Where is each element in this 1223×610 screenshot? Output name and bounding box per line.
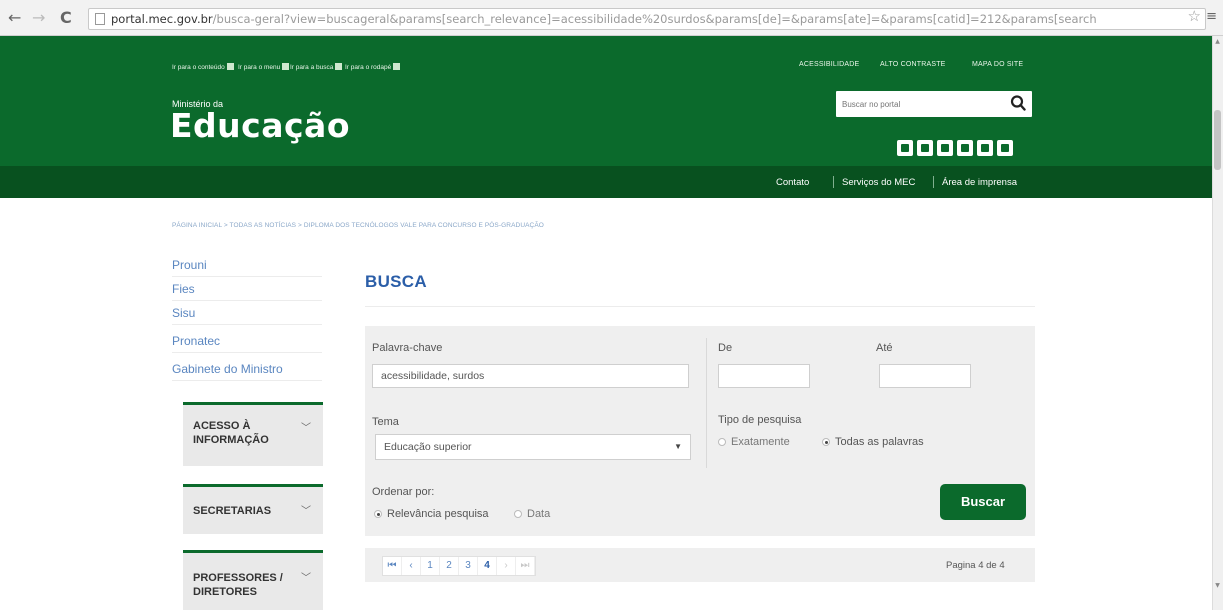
date-to-input[interactable] — [879, 364, 971, 388]
url-path: /busca-geral?view=buscageral&params[sear… — [212, 12, 1097, 26]
page-icon — [95, 13, 105, 25]
title-divider — [365, 306, 1035, 307]
subnav-contato[interactable]: Contato — [776, 177, 809, 188]
tipo-label: Tipo de pesquisa — [718, 414, 802, 426]
sidebar-item-fies[interactable]: Fies — [172, 282, 322, 301]
youtube-icon[interactable] — [917, 140, 933, 156]
panel-title-line2: INFORMAÇÃO — [193, 434, 269, 446]
high-contrast-link[interactable]: ALTO CONTRASTE — [880, 61, 946, 68]
subnav-divider — [933, 176, 934, 188]
skip-link-content[interactable]: Ir para o conteúdo — [172, 63, 234, 71]
scrollbar-thumb[interactable] — [1214, 110, 1221, 170]
panel-title-line1: PROFESSORES / — [193, 572, 283, 584]
radio-data[interactable]: Data — [514, 508, 550, 520]
radio-exatamente[interactable]: Exatamente — [718, 436, 790, 448]
portal-search — [836, 91, 1032, 117]
next-page-icon: › — [497, 557, 516, 575]
sidebar-item-prouni[interactable]: Prouni — [172, 258, 322, 277]
browser-toolbar: ← → C portal.mec.gov.br/busca-geral?view… — [0, 0, 1223, 36]
instagram-icon[interactable] — [957, 140, 973, 156]
chevron-down-icon: ﹀ — [301, 573, 311, 584]
chevron-down-icon: ﹀ — [301, 423, 311, 434]
twitter-icon[interactable] — [897, 140, 913, 156]
panel-title: SECRETARIAS — [193, 505, 272, 517]
ordenar-label: Ordenar por: — [372, 486, 435, 498]
panel-title-line2: DIRETORES — [193, 586, 257, 598]
prev-page-icon[interactable]: ‹ — [402, 557, 421, 575]
accessibility-link[interactable]: ACESSIBILIDADE — [799, 61, 859, 68]
search-icon[interactable] — [1010, 94, 1026, 112]
page-link-2[interactable]: 2 — [440, 557, 459, 575]
form-divider — [706, 338, 707, 468]
ate-label: Até — [876, 342, 893, 354]
sidebar-item-gabinete[interactable]: Gabinete do Ministro — [172, 362, 322, 381]
radio-checked-icon — [374, 510, 382, 518]
scroll-down-icon[interactable]: ▼ — [1214, 582, 1221, 589]
first-page-icon[interactable]: ⏮ — [383, 557, 402, 575]
sidebar-panel-professores[interactable]: PROFESSORES / DIRETORES ﹀ — [183, 550, 323, 610]
keyword-label: Palavra-chave — [372, 342, 443, 354]
back-icon[interactable]: ← — [8, 10, 21, 26]
bookmark-star-icon[interactable]: ☆ — [1188, 7, 1201, 25]
sidebar-panel-acesso[interactable]: ACESSO À INFORMAÇÃO ﹀ — [183, 402, 323, 466]
facebook-icon[interactable] — [937, 140, 953, 156]
skip-link-footer[interactable]: Ir para o rodapé — [345, 63, 401, 71]
panel-title-line1: ACESSO À — [193, 420, 251, 432]
ministry-logo-text[interactable]: Educação — [170, 106, 350, 145]
tema-label: Tema — [372, 416, 399, 428]
page-link-1[interactable]: 1 — [421, 557, 440, 575]
sidebar-item-sisu[interactable]: Sisu — [172, 306, 322, 325]
tema-selected-value: Educação superior — [384, 441, 472, 453]
address-bar[interactable]: portal.mec.gov.br/busca-geral?view=busca… — [88, 8, 1206, 30]
cloud-icon[interactable] — [997, 140, 1013, 156]
page-title: BUSCA — [365, 272, 427, 291]
page-link-4[interactable]: 4 — [478, 557, 497, 575]
sidebar-panel-secretarias[interactable]: SECRETARIAS ﹀ — [183, 484, 323, 534]
social-links — [897, 140, 1013, 156]
sitemap-link[interactable]: MAPA DO SITE — [972, 61, 1023, 68]
last-page-icon: ⏭ — [516, 557, 535, 575]
search-form — [365, 326, 1035, 536]
keyword-input[interactable]: acessibilidade, surdos — [372, 364, 689, 388]
skip-link-menu[interactable]: Ir para o menu — [238, 63, 290, 71]
chevron-down-icon: ﹀ — [301, 506, 311, 517]
de-label: De — [718, 342, 733, 354]
page-link-3[interactable]: 3 — [459, 557, 478, 575]
sidebar-item-pronatec[interactable]: Pronatec — [172, 334, 322, 353]
radio-unchecked-icon — [514, 510, 522, 518]
url-host: portal.mec.gov.br — [111, 12, 213, 26]
date-from-input[interactable] — [718, 364, 810, 388]
radio-checked-icon — [822, 438, 830, 446]
radio-relevancia[interactable]: Relevância pesquisa — [374, 508, 489, 520]
scroll-up-icon[interactable]: ▲ — [1214, 38, 1221, 45]
flickr-icon[interactable] — [977, 140, 993, 156]
pagination: ⏮ ‹ 1 2 3 4 › ⏭ — [382, 556, 536, 576]
subnav-servicos[interactable]: Serviços do MEC — [842, 177, 915, 188]
tema-select[interactable]: Educação superior ▼ — [375, 434, 691, 460]
browser-menu-icon[interactable]: ≡ — [1206, 9, 1217, 24]
forward-icon[interactable]: → — [32, 10, 45, 26]
subnav-divider — [833, 176, 834, 188]
skip-link-search[interactable]: Ir para a busca — [290, 63, 343, 71]
site-subnav-bar — [0, 166, 1212, 198]
radio-todas-palavras[interactable]: Todas as palavras — [822, 436, 924, 448]
reload-icon[interactable]: C — [60, 10, 72, 26]
dropdown-arrow-icon: ▼ — [674, 442, 682, 451]
breadcrumb[interactable]: PÁGINA INICIAL > TODAS AS NOTÍCIAS > DIP… — [172, 222, 544, 229]
subnav-imprensa[interactable]: Área de imprensa — [942, 177, 1017, 188]
buscar-button[interactable]: Buscar — [940, 484, 1026, 520]
portal-search-input[interactable] — [842, 96, 1002, 112]
pagination-info: Pagina 4 de 4 — [946, 560, 1005, 571]
radio-unchecked-icon — [718, 438, 726, 446]
